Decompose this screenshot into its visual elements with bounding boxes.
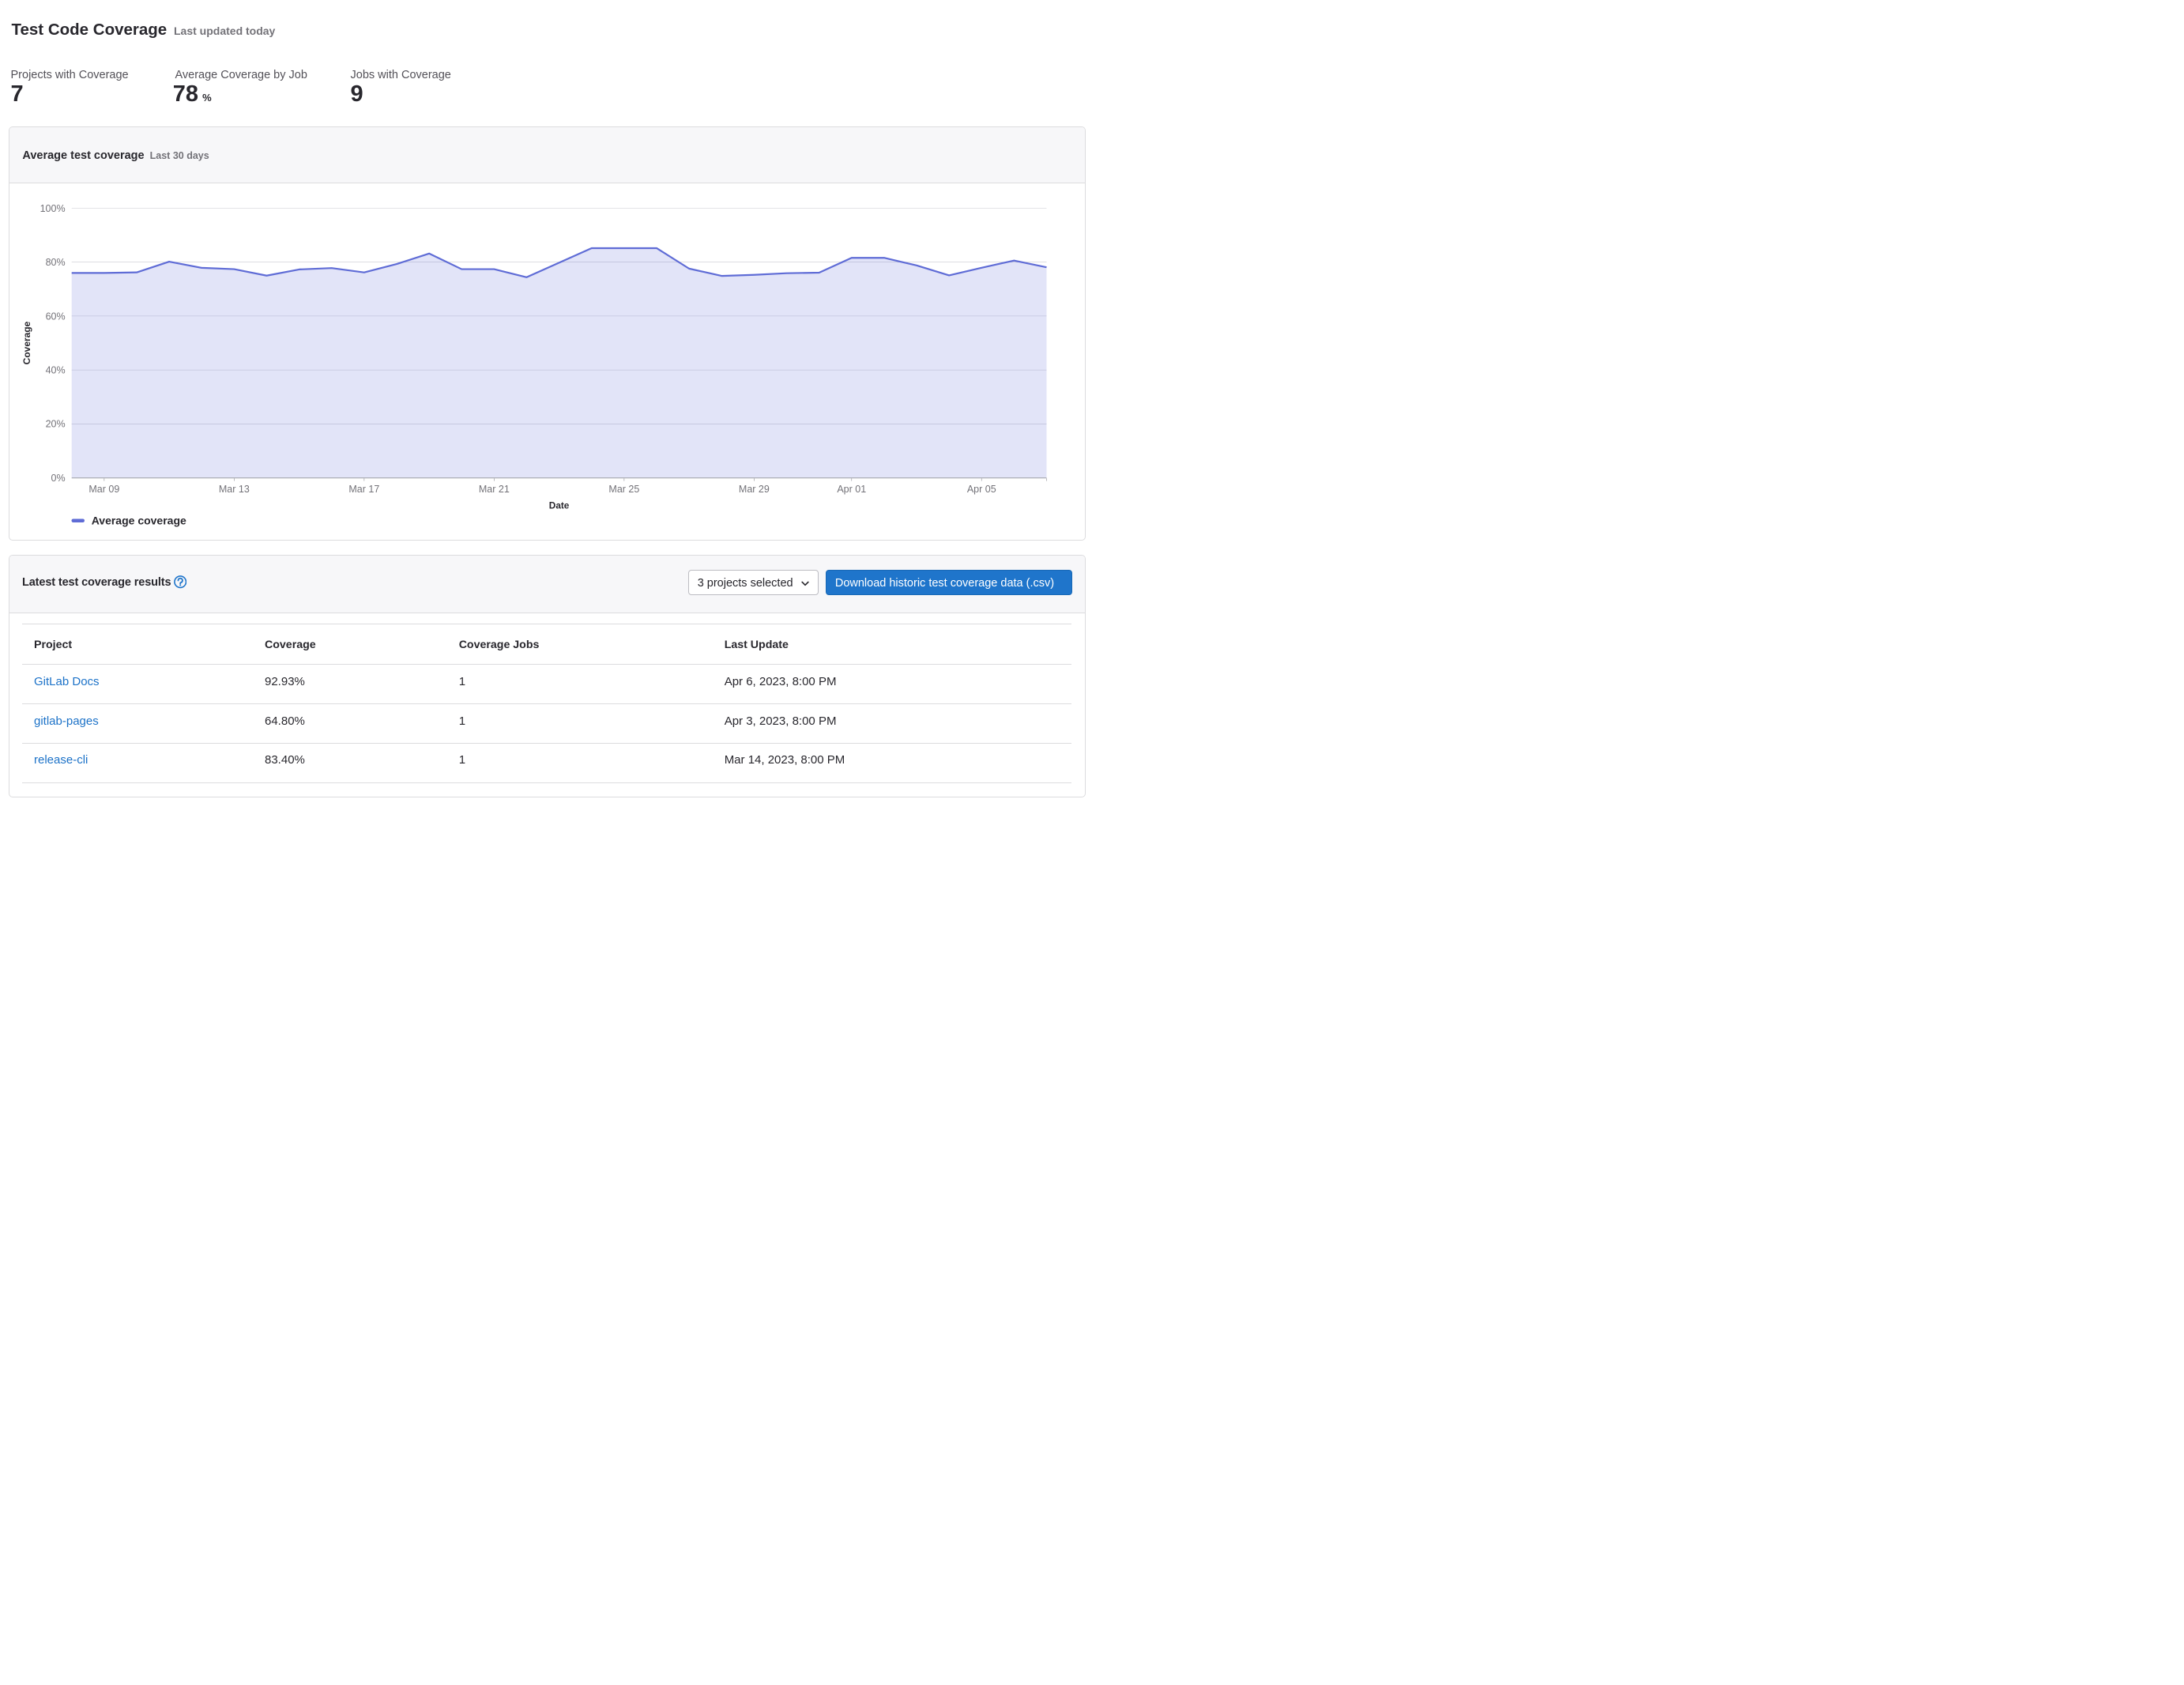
svg-text:Mar 09: Mar 09: [88, 484, 119, 495]
svg-text:40%: 40%: [46, 365, 66, 376]
svg-text:Mar 17: Mar 17: [348, 484, 379, 495]
svg-text:60%: 60%: [46, 311, 66, 322]
svg-text:20%: 20%: [46, 419, 66, 430]
svg-text:Coverage: Coverage: [21, 321, 32, 364]
svg-text:Mar 25: Mar 25: [608, 484, 639, 495]
svg-text:Mar 21: Mar 21: [479, 484, 510, 495]
svg-text:80%: 80%: [46, 257, 66, 268]
svg-text:Mar 13: Mar 13: [219, 484, 250, 495]
svg-text:Apr 05: Apr 05: [967, 484, 996, 495]
svg-text:100%: 100%: [40, 203, 66, 214]
svg-text:Date: Date: [549, 499, 570, 511]
svg-text:Average coverage: Average coverage: [92, 515, 186, 527]
svg-text:Apr 01: Apr 01: [837, 484, 866, 495]
svg-text:Mar 29: Mar 29: [739, 484, 770, 495]
svg-text:0%: 0%: [51, 473, 66, 484]
